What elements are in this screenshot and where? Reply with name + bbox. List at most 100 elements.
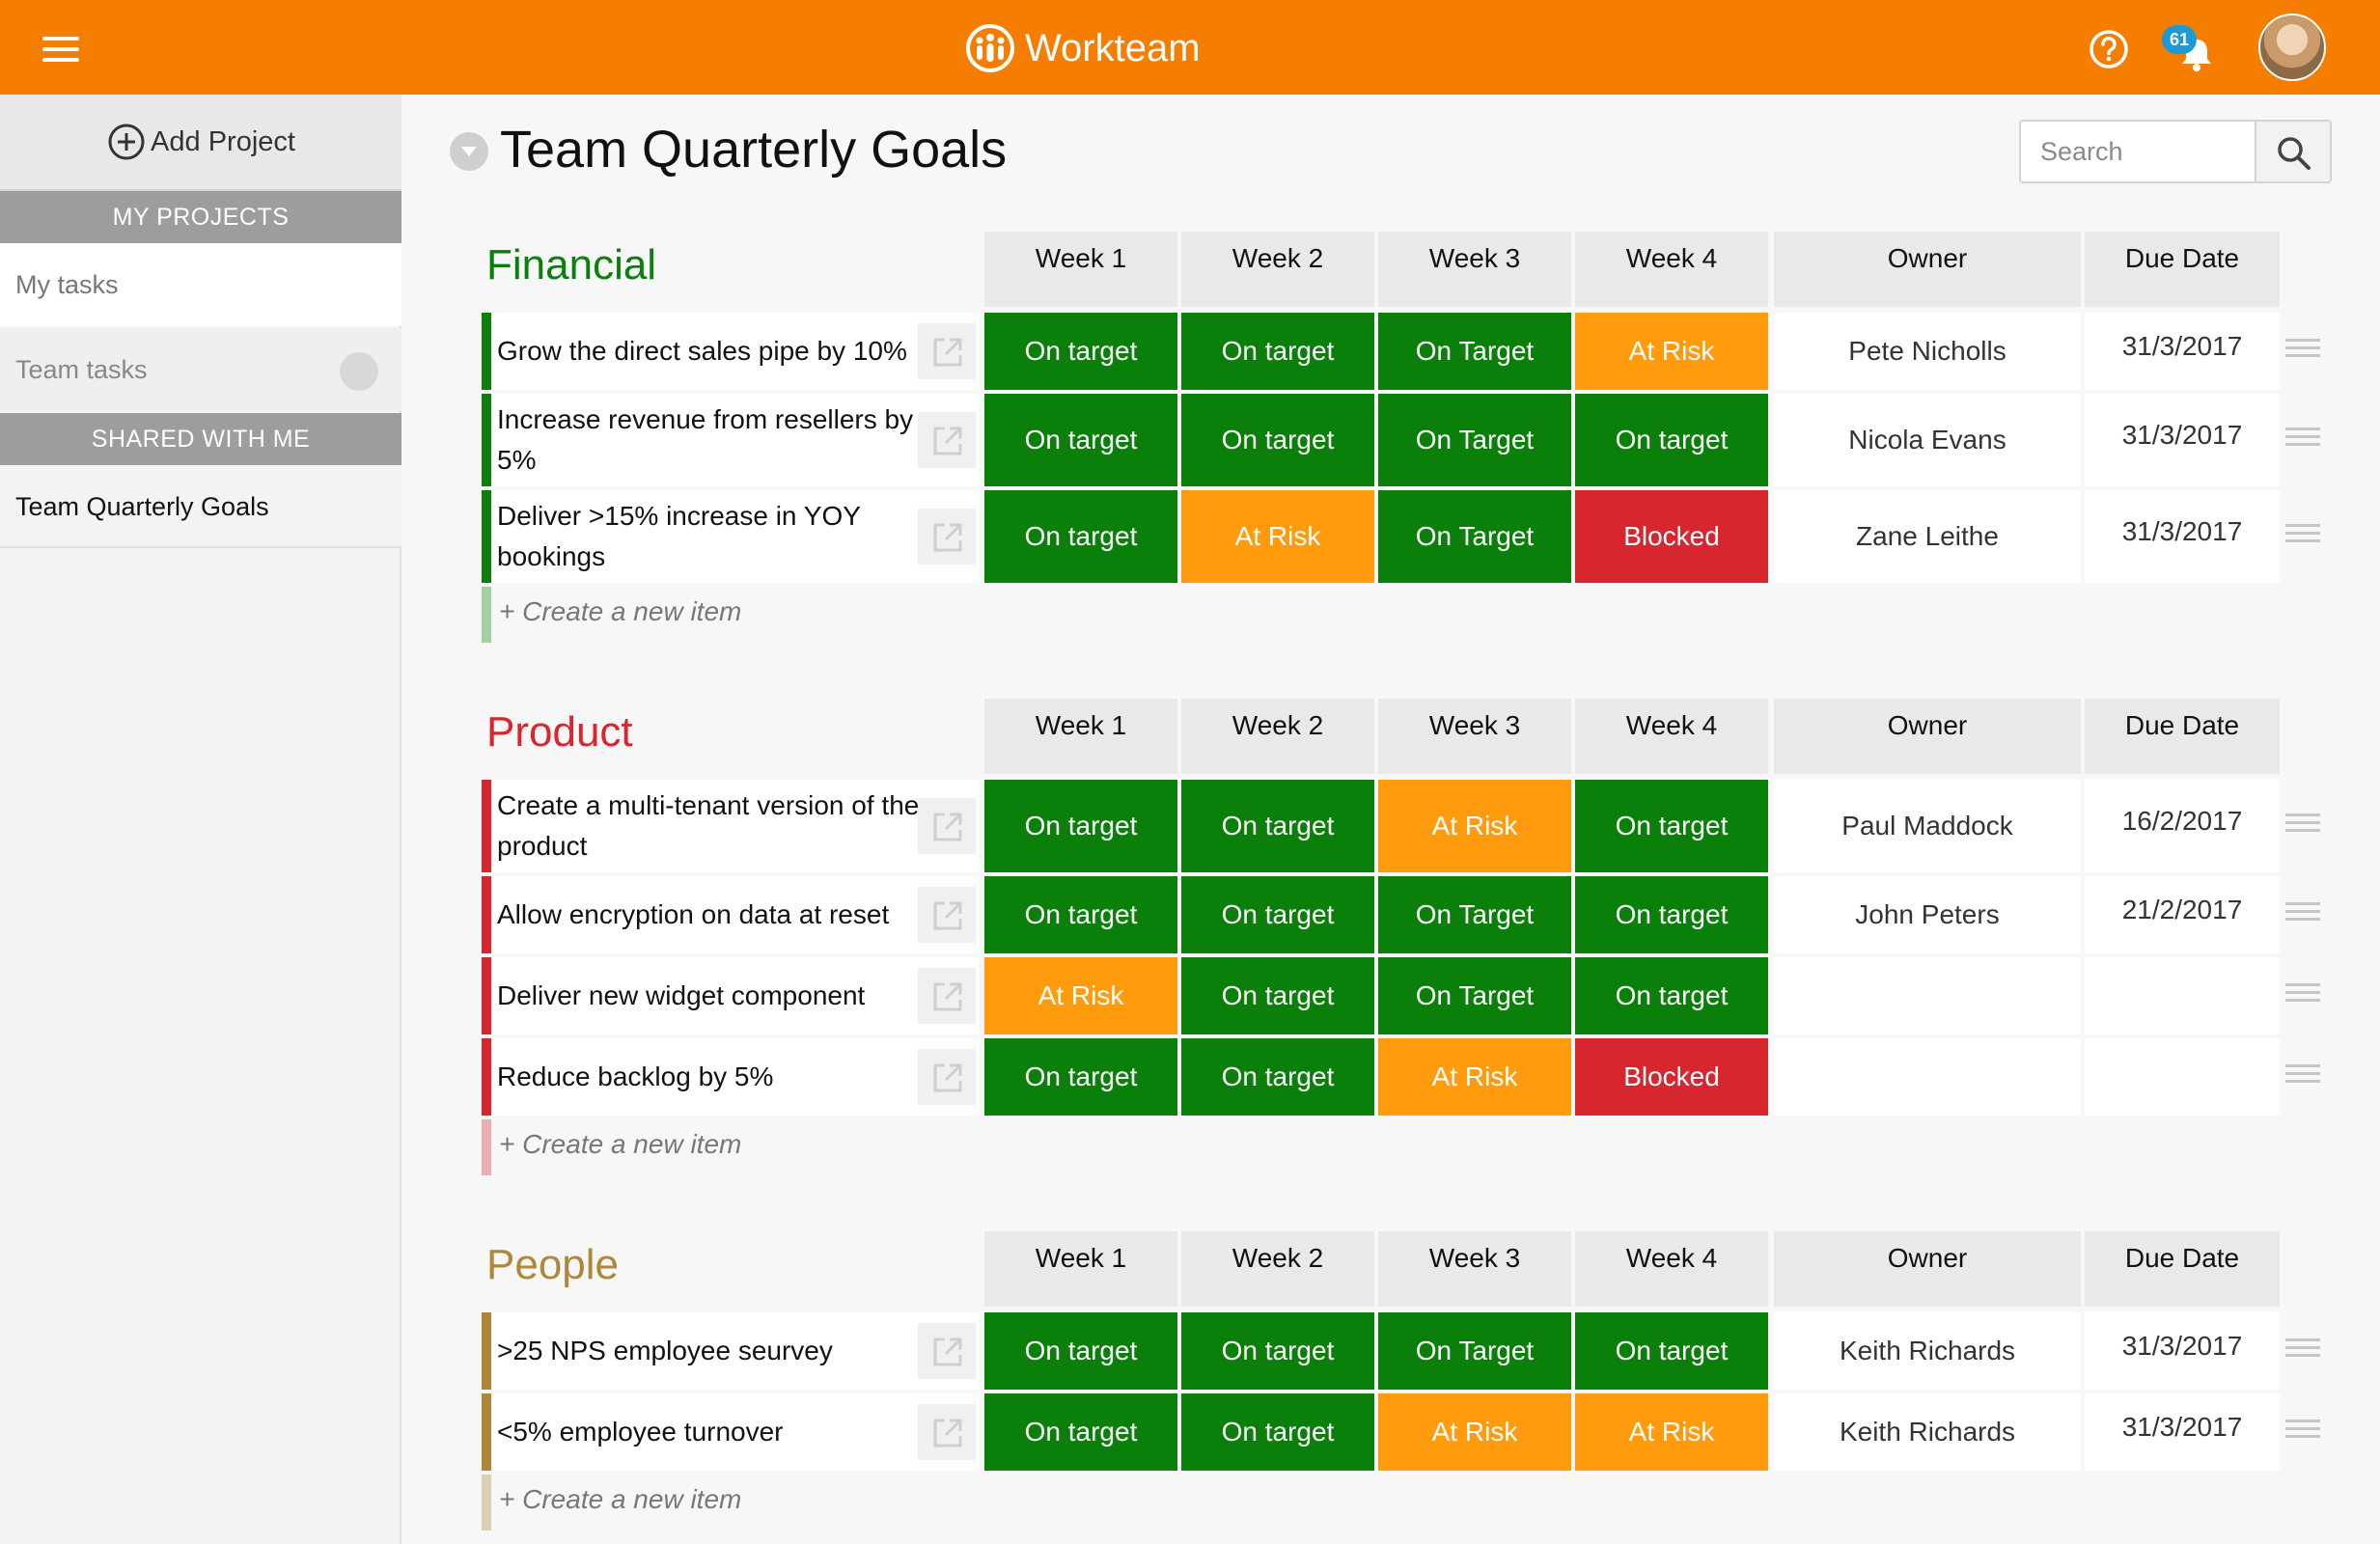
question-circle-icon[interactable] xyxy=(2089,29,2129,69)
owner-cell[interactable] xyxy=(1774,957,2081,1034)
status-cell-week-2[interactable]: On target xyxy=(1181,1312,1374,1390)
column-header-week-1: Week 1 xyxy=(984,232,1177,307)
create-item-label: + Create a new item xyxy=(499,596,742,626)
status-cell-week-1[interactable]: On target xyxy=(984,1393,1177,1471)
goal-row: >25 NPS employee seurvey On target On targ… xyxy=(0,1312,2380,1390)
status-cell-week-2[interactable]: On target xyxy=(1181,780,1374,872)
status-cell-week-2[interactable]: On target xyxy=(1181,1393,1374,1471)
status-cell-week-4[interactable]: At Risk xyxy=(1575,1393,1768,1471)
drag-handle-icon[interactable] xyxy=(2285,983,2320,1008)
status-cell-week-3[interactable]: On Target xyxy=(1378,876,1571,953)
task-cell[interactable]: >25 NPS employee seurvey xyxy=(482,1312,980,1390)
due-date-cell[interactable]: 31/3/2017 xyxy=(2085,313,2280,390)
drag-handle-icon[interactable] xyxy=(2285,427,2320,453)
user-avatar[interactable] xyxy=(2258,14,2326,81)
drag-handle-icon[interactable] xyxy=(2285,524,2320,549)
add-project-button[interactable]: Add Project xyxy=(0,95,401,191)
status-cell-week-4[interactable]: On target xyxy=(1575,394,1768,486)
owner-cell[interactable]: Paul Maddock xyxy=(1774,780,2081,872)
search-input[interactable] xyxy=(2019,120,2256,183)
status-cell-week-1[interactable]: On target xyxy=(984,780,1177,872)
status-cell-week-1[interactable]: At Risk xyxy=(984,957,1177,1034)
status-cell-week-2[interactable]: At Risk xyxy=(1181,490,1374,583)
status-cell-week-4[interactable]: On target xyxy=(1575,957,1768,1034)
status-cell-week-3[interactable]: At Risk xyxy=(1378,1393,1571,1471)
owner-cell[interactable]: Pete Nicholls xyxy=(1774,313,2081,390)
task-cell[interactable]: <5% employee turnover xyxy=(482,1393,980,1471)
owner-cell[interactable]: John Peters xyxy=(1774,876,2081,953)
owner-cell[interactable]: Zane Leithe xyxy=(1774,490,2081,583)
drag-handle-icon[interactable] xyxy=(2285,1420,2320,1445)
status-cell-week-2[interactable]: On target xyxy=(1181,394,1374,486)
open-item-button[interactable] xyxy=(918,1404,976,1460)
status-cell-week-3[interactable]: On Target xyxy=(1378,313,1571,390)
create-new-item-button[interactable]: + Create a new item xyxy=(482,1475,980,1530)
owner-cell[interactable]: Keith Richards xyxy=(1774,1393,2081,1471)
project-options-chevron-icon[interactable] xyxy=(450,132,488,171)
open-item-button[interactable] xyxy=(918,412,976,468)
status-cell-week-3[interactable]: On Target xyxy=(1378,1312,1571,1390)
status-cell-week-2[interactable]: On target xyxy=(1181,313,1374,390)
drag-handle-icon[interactable] xyxy=(2285,813,2320,839)
create-new-item-button[interactable]: + Create a new item xyxy=(482,587,980,643)
notifications-button[interactable]: 61 xyxy=(2162,25,2220,75)
open-item-button[interactable] xyxy=(918,509,976,565)
status-cell-week-1[interactable]: On target xyxy=(984,1312,1177,1390)
status-cell-week-2[interactable]: On target xyxy=(1181,876,1374,953)
status-cell-week-2[interactable]: On target xyxy=(1181,957,1374,1034)
owner-cell[interactable] xyxy=(1774,1038,2081,1116)
due-date-cell[interactable]: 31/3/2017 xyxy=(2085,394,2280,486)
search-button[interactable] xyxy=(2255,120,2332,183)
open-item-button[interactable] xyxy=(918,1049,976,1105)
status-cell-week-1[interactable]: On target xyxy=(984,313,1177,390)
task-cell[interactable]: Create a multi-tenant version of the pro… xyxy=(482,780,980,872)
open-item-button[interactable] xyxy=(918,887,976,943)
status-cell-week-4[interactable]: On target xyxy=(1575,780,1768,872)
status-cell-week-4[interactable]: At Risk xyxy=(1575,313,1768,390)
task-cell[interactable]: Allow encryption on data at reset xyxy=(482,876,980,953)
drag-handle-icon[interactable] xyxy=(2285,339,2320,364)
status-cell-week-3[interactable]: On Target xyxy=(1378,957,1571,1034)
due-date-cell[interactable]: 16/2/2017 xyxy=(2085,780,2280,872)
status-cell-week-4[interactable]: On target xyxy=(1575,876,1768,953)
drag-handle-icon[interactable] xyxy=(2285,902,2320,927)
status-cell-week-1[interactable]: On target xyxy=(984,490,1177,583)
open-item-button[interactable] xyxy=(918,1323,976,1379)
task-name: Allow encryption on data at reset xyxy=(497,899,890,929)
status-cell-week-3[interactable]: At Risk xyxy=(1378,780,1571,872)
status-cell-week-4[interactable]: Blocked xyxy=(1575,1038,1768,1116)
task-cell[interactable]: Increase revenue from resellers by 5% xyxy=(482,394,980,486)
due-date-cell[interactable]: 21/2/2017 xyxy=(2085,876,2280,953)
owner-cell[interactable]: Keith Richards xyxy=(1774,1312,2081,1390)
group-title: Financial xyxy=(486,241,657,289)
external-link-icon xyxy=(933,982,962,1011)
status-cell-week-4[interactable]: On target xyxy=(1575,1312,1768,1390)
status-cell-week-1[interactable]: On target xyxy=(984,394,1177,486)
due-date-cell[interactable]: 31/3/2017 xyxy=(2085,1312,2280,1390)
open-item-button[interactable] xyxy=(918,968,976,1024)
due-date-cell[interactable] xyxy=(2085,957,2280,1034)
open-item-button[interactable] xyxy=(918,798,976,854)
due-date-cell[interactable] xyxy=(2085,1038,2280,1116)
task-cell[interactable]: Reduce backlog by 5% xyxy=(482,1038,980,1116)
menu-icon[interactable] xyxy=(42,37,79,62)
owner-cell[interactable]: Nicola Evans xyxy=(1774,394,2081,486)
drag-handle-icon[interactable] xyxy=(2285,1338,2320,1364)
task-cell[interactable]: Grow the direct sales pipe by 10% xyxy=(482,313,980,390)
status-cell-week-2[interactable]: On target xyxy=(1181,1038,1374,1116)
due-date-cell[interactable]: 31/3/2017 xyxy=(2085,1393,2280,1471)
create-new-item-button[interactable]: + Create a new item xyxy=(482,1119,980,1175)
task-cell[interactable]: Deliver >15% increase in YOY bookings xyxy=(482,490,980,583)
group-color-bar xyxy=(482,957,491,1034)
status-cell-week-3[interactable]: On Target xyxy=(1378,394,1571,486)
task-cell[interactable]: Deliver new widget component xyxy=(482,957,980,1034)
status-cell-week-3[interactable]: On Target xyxy=(1378,490,1571,583)
brand-logo[interactable]: Workteam xyxy=(965,23,1201,73)
status-cell-week-1[interactable]: On target xyxy=(984,876,1177,953)
status-cell-week-1[interactable]: On target xyxy=(984,1038,1177,1116)
drag-handle-icon[interactable] xyxy=(2285,1064,2320,1089)
due-date-cell[interactable]: 31/3/2017 xyxy=(2085,490,2280,583)
open-item-button[interactable] xyxy=(918,323,976,379)
status-cell-week-4[interactable]: Blocked xyxy=(1575,490,1768,583)
status-cell-week-3[interactable]: At Risk xyxy=(1378,1038,1571,1116)
